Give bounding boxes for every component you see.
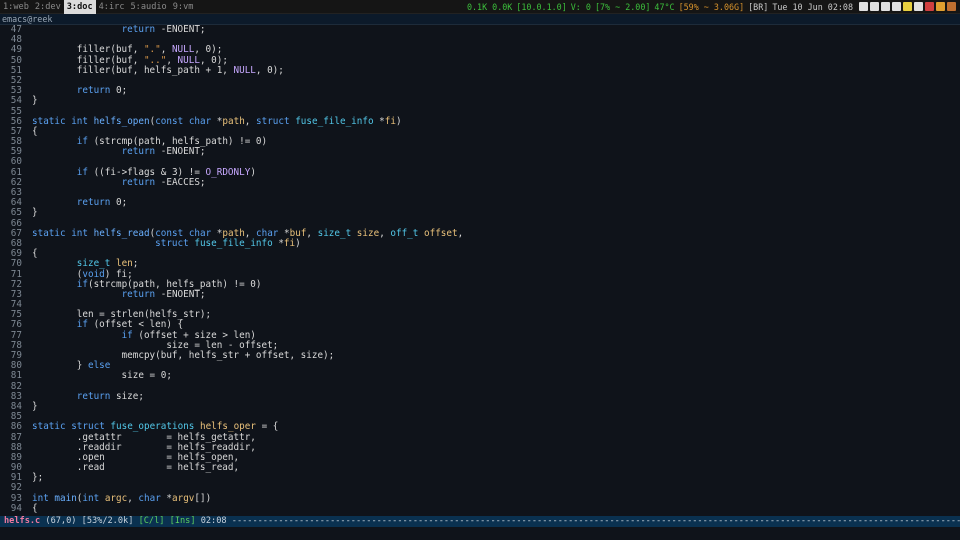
line-text: return 0;: [76, 197, 128, 209]
update-icon[interactable]: [892, 2, 901, 11]
code-line[interactable]: 83 return size;: [2, 390, 960, 402]
memory-status: [59% ~ 3.06G]: [678, 1, 745, 12]
system-tray: [859, 2, 956, 11]
chrome-icon[interactable]: [936, 2, 945, 11]
network-traffic: 0.1K 0.0K: [466, 1, 513, 12]
workspace-3[interactable]: 3:doc: [63, 0, 96, 14]
line-text: int main(int argc, char *argv[]): [32, 492, 212, 504]
printer-icon[interactable]: [859, 2, 868, 11]
line-text: {: [32, 502, 38, 514]
code-line[interactable]: 59 return -ENOENT;: [2, 147, 960, 157]
line-number: 54: [10, 95, 22, 107]
volume-icon[interactable]: [881, 2, 890, 11]
window-title: emacs@reek: [0, 14, 960, 25]
ip-address: [10.0.1.0]: [516, 1, 567, 12]
workspace-4[interactable]: 4:irc: [96, 0, 128, 14]
minibuffer[interactable]: [0, 527, 960, 540]
line-text: };: [32, 472, 44, 484]
clock: Tue 10 Jun 02:08: [772, 1, 853, 12]
line-text: return -EACCES;: [121, 176, 206, 188]
code-line[interactable]: 47 return -ENOENT;: [2, 25, 960, 35]
line-text: .read = helfs_read,: [32, 462, 240, 474]
code-line[interactable]: 79 memcpy(buf, helfs_str + offset, size)…: [2, 350, 960, 361]
line-text: filler(buf, helfs_path + 1, NULL, 0);: [32, 64, 284, 76]
code-line[interactable]: 69{: [2, 248, 960, 259]
workspace-5[interactable]: 5:audio: [128, 0, 170, 14]
modeline-time: 02:08: [200, 516, 227, 526]
line-text: size = 0;: [32, 370, 172, 382]
top-status-bar: 1:web 2:dev 3:doc 4:irc 5:audio 9:vm 0.1K 0.0…: [0, 0, 960, 14]
workspace-6[interactable]: 9:vm: [170, 0, 197, 14]
modeline-fill: ----------------------------------------…: [231, 516, 960, 526]
line-text: }: [32, 95, 38, 107]
code-line[interactable]: 63: [2, 187, 960, 198]
code-line[interactable]: 86 static struct fuse_operations helfs_op…: [2, 422, 960, 432]
line-text: static int helfs_open(const char *path, …: [32, 115, 402, 127]
line-text: }: [32, 207, 38, 219]
network-icon[interactable]: [870, 2, 879, 11]
line-text: static struct fuse_operations helfs_oper…: [32, 421, 279, 433]
system-status: 0.1K 0.0K [10.0.1.0] V: 0 [7% ~ 2.00] 47…: [463, 0, 960, 14]
code-line[interactable]: 84}: [2, 400, 960, 412]
code-line[interactable]: 53 return 0;: [2, 85, 960, 97]
code-line[interactable]: 90 .read = helfs_read,: [2, 462, 960, 474]
code-editor[interactable]: 47 return -ENOENT; 48 49 filler(buf, ".", …: [0, 25, 960, 516]
line-text: return 0;: [76, 85, 128, 97]
code-line[interactable]: 73 return -ENOENT;: [2, 288, 960, 300]
code-line[interactable]: 68 struct fuse_file_info *fi): [2, 237, 960, 249]
battery-icon[interactable]: [914, 2, 923, 11]
code-line[interactable]: 62 return -EACCES;: [2, 176, 960, 188]
mode-line: helfs.c (67,0) [53%/2.0k] [C/l] [Ins] 02…: [0, 516, 960, 527]
code-line[interactable]: 93 int main(int argc, char *argv[]): [2, 492, 960, 504]
insert-indicator: [Ins]: [169, 516, 196, 526]
major-mode[interactable]: [C/l]: [139, 516, 165, 526]
code-line[interactable]: 82: [2, 381, 960, 392]
line-text: }: [32, 400, 38, 412]
temperature: 47°C: [654, 1, 675, 12]
code-line[interactable]: 51 filler(buf, helfs_path + 1, NULL, 0);: [2, 64, 960, 76]
cursor-position: (67,0): [45, 516, 77, 526]
line-text: return size;: [76, 390, 144, 402]
code-line[interactable]: 91};: [2, 473, 960, 483]
buffer-name[interactable]: helfs.c: [4, 516, 40, 526]
cpu-status: [7% ~ 2.00]: [594, 1, 651, 12]
workspace-2[interactable]: 2:dev: [32, 0, 64, 14]
line-text: return -ENOENT;: [121, 25, 206, 35]
mail-icon[interactable]: [903, 2, 912, 11]
line-text: return -ENOENT;: [121, 146, 206, 158]
line-number: 86: [10, 421, 22, 433]
code-line[interactable]: 94 {: [2, 502, 960, 514]
line-text: struct fuse_file_info *fi): [155, 237, 301, 249]
line-number: 94: [10, 502, 22, 514]
code-line[interactable]: 54}: [2, 96, 960, 106]
code-line[interactable]: 81 size = 0;: [2, 371, 960, 381]
workspace-list: 1:web 2:dev 3:doc 4:irc 5:audio 9:vm: [0, 0, 196, 14]
volume-status: V: 0: [570, 1, 591, 12]
firefox-icon[interactable]: [947, 2, 956, 11]
clipboard-icon[interactable]: [925, 2, 934, 11]
workspace-1[interactable]: 1:web: [0, 0, 32, 14]
code-line[interactable]: 65}: [2, 208, 960, 218]
code-line[interactable]: 70 size_t len;: [2, 259, 960, 269]
keyboard-layout[interactable]: [BR]: [748, 0, 768, 14]
line-text: return -ENOENT;: [121, 288, 206, 300]
buffer-size: [53%/2.0k]: [81, 516, 134, 526]
code-line[interactable]: 52: [2, 75, 960, 86]
line-number: 70: [10, 258, 22, 270]
code-line[interactable]: 56 static int helfs_open(const char *path…: [2, 115, 960, 127]
code-line[interactable]: 64 return 0;: [2, 197, 960, 209]
